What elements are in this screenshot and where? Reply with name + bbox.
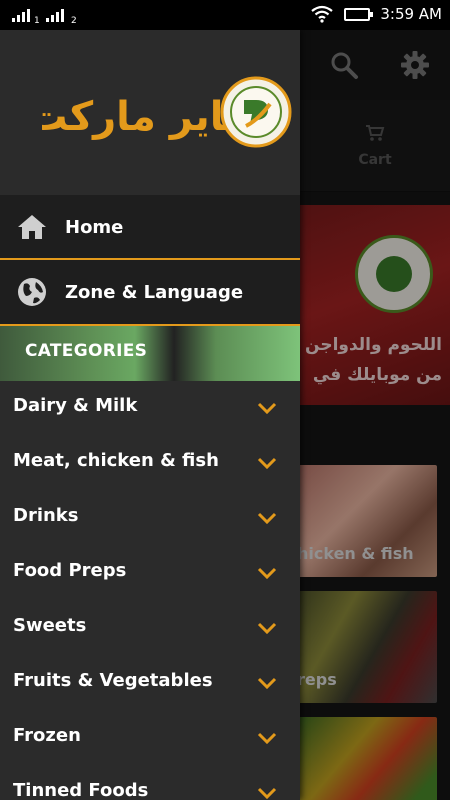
menu-item-zone-language[interactable]: Zone & Language (0, 260, 300, 324)
sim1-label: 1 (34, 16, 40, 26)
clock: 3:59 AM (380, 5, 442, 23)
signal-icon (12, 9, 30, 22)
chevron-down-icon[interactable] (257, 787, 277, 799)
category-label: Frozen (13, 725, 81, 746)
menu-item-label: Home (65, 216, 124, 238)
signal-icon (46, 9, 64, 22)
chevron-down-icon[interactable] (257, 512, 277, 524)
store-logo: بشاير ماركت (42, 76, 292, 148)
category-item-drinks[interactable]: Drinks (0, 492, 300, 547)
category-item-tinned-foods[interactable]: Tinned Foods (0, 767, 300, 800)
category-item-food-preps[interactable]: Food Preps (0, 547, 300, 602)
categories-header: CATEGORIES (0, 326, 300, 381)
category-label: Meat, chicken & fish (13, 450, 219, 471)
drawer-header: بشاير ماركت (0, 30, 300, 195)
category-label: Food Preps (13, 560, 127, 581)
home-icon (18, 215, 46, 239)
category-item-dairy-milk[interactable]: Dairy & Milk (0, 382, 300, 437)
chevron-down-icon[interactable] (257, 622, 277, 634)
menu-item-home[interactable]: Home (0, 195, 300, 259)
category-item-fruits-vegetables[interactable]: Fruits & Vegetables (0, 657, 300, 712)
chevron-down-icon[interactable] (257, 567, 277, 579)
chevron-down-icon[interactable] (257, 402, 277, 414)
category-label: Drinks (13, 505, 79, 526)
category-item-meat-chicken-fish[interactable]: Meat, chicken & fish (0, 437, 300, 492)
chevron-down-icon[interactable] (257, 732, 277, 744)
globe-icon (18, 278, 46, 306)
category-label: Sweets (13, 615, 87, 636)
category-label: Tinned Foods (13, 780, 149, 800)
chevron-down-icon[interactable] (257, 677, 277, 689)
navigation-drawer: بشاير ماركت Home Zone & Language CATEGOR… (0, 30, 300, 800)
battery-icon (344, 7, 374, 21)
menu-item-label: Zone & Language (65, 281, 244, 303)
chevron-down-icon[interactable] (257, 457, 277, 469)
category-item-frozen[interactable]: Frozen (0, 712, 300, 767)
category-label: Fruits & Vegetables (13, 670, 213, 691)
categories-title: CATEGORIES (25, 341, 148, 361)
category-item-sweets[interactable]: Sweets (0, 602, 300, 657)
status-bar: 1 2 3:59 AM (0, 0, 450, 30)
category-label: Dairy & Milk (13, 395, 138, 416)
sim2-label: 2 (71, 16, 77, 26)
wifi-icon (311, 5, 334, 23)
